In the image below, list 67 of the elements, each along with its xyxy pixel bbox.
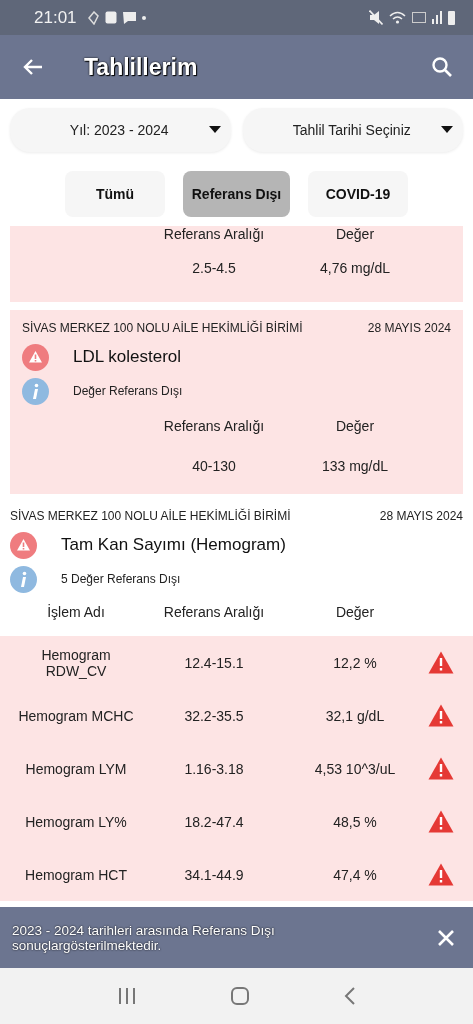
table-cell: Hemogram HCT	[25, 866, 127, 883]
caret-icon	[208, 126, 221, 134]
column-header: İşlem Adı	[46, 604, 106, 620]
page-title: Tahlillerim	[84, 53, 199, 81]
table-cell: Hemogram LYM	[25, 760, 127, 777]
box-icon	[104, 11, 117, 24]
signal-icon	[432, 11, 442, 24]
snackbar-message: 2023 - 2024 tarihleri arasında Referans Dışı sonuçlargösterilmektedir.	[12, 922, 276, 953]
filter-dropdown[interactable]: Yıl: 2023 - 2024	[10, 108, 231, 152]
table-cell-text: 48,5 %	[332, 813, 378, 830]
lte-icon	[412, 12, 426, 23]
battery-icon	[448, 10, 455, 25]
table-cell-text: 34.1-44.9	[183, 866, 245, 883]
message-icon	[122, 11, 136, 24]
dot-icon	[141, 15, 146, 20]
table-cell-text: 2.5-4.5	[191, 260, 237, 276]
clinic-name: SİVAS MERKEZ 100 NOLU AİLE HEKİMLİĞİ BİRİMİ	[22, 321, 303, 335]
clinic-name: SİVAS MERKEZ 100 NOLU AİLE HEKİMLİĞİ BİRİMİ	[10, 509, 291, 523]
home-icon[interactable]	[229, 986, 250, 1006]
location-icon	[86, 10, 99, 25]
filter-tab[interactable]: COVID-19	[308, 171, 408, 217]
table-cell-text: 18.2-47.4	[183, 813, 245, 830]
warning-icon	[428, 651, 454, 674]
table-cell-text: 47,4 %	[332, 866, 378, 883]
table-cell-text: 4,53 10^3/uL	[313, 760, 397, 777]
wifi-icon	[389, 11, 406, 24]
table-cell: Hemogram LY%	[25, 813, 127, 830]
test-name: LDL kolesterol	[73, 347, 182, 367]
table-cell-text: 133 mg/dL	[320, 458, 390, 474]
test-name: Tam Kan Sayımı (Hemogram)	[61, 535, 286, 555]
warning-icon	[428, 757, 454, 780]
column-header: Değer	[334, 226, 376, 242]
info-icon	[10, 565, 37, 593]
filter-tab[interactable]: Referans Dışı	[183, 171, 290, 217]
result-date: 28 MAYIS 2024	[367, 321, 451, 335]
back-nav-icon[interactable]	[342, 986, 357, 1006]
mute-icon	[369, 10, 383, 25]
column-header: Referans Aralığı	[162, 604, 266, 620]
result-note: Değer Referans Dışı	[73, 384, 183, 398]
filter-tab[interactable]: Tümü	[65, 171, 165, 217]
result-date: 28 MAYIS 2024	[379, 509, 463, 523]
warning-icon	[22, 343, 49, 371]
warning-icon	[10, 531, 37, 559]
table-cell-text: 32,1 g/dL	[324, 707, 386, 724]
status-time: 21:01	[34, 7, 77, 28]
table-cell-text: 40-130	[191, 458, 237, 474]
warning-icon	[428, 704, 454, 727]
search-icon[interactable]	[431, 56, 453, 78]
table-cell-text: 4,76 mg/dL	[318, 260, 392, 276]
warning-icon	[428, 863, 454, 886]
table-cell: Hemogram MCHC	[18, 707, 134, 724]
caret-icon	[441, 126, 453, 134]
result-note: 5 Değer Referans Dışı	[61, 572, 181, 586]
warning-icon	[428, 810, 454, 833]
column-header: Değer	[334, 604, 376, 620]
info-icon	[22, 377, 49, 405]
table-cell-text: 32.2-35.5	[183, 707, 245, 724]
recent-apps-icon[interactable]	[116, 987, 137, 1005]
close-icon[interactable]	[437, 928, 455, 947]
column-header: Referans Aralığı	[162, 226, 266, 242]
table-cell-text: 12.4-15.1	[183, 654, 245, 671]
column-header: Referans Aralığı	[162, 418, 266, 434]
column-header: Değer	[334, 418, 376, 434]
filter-dropdown[interactable]: Tahlil Tarihi Seçiniz	[242, 108, 463, 152]
table-cell-text: Hemogram RDW_CV	[40, 646, 112, 679]
table-cell-text: 1.16-3.18	[183, 760, 245, 777]
table-cell-text: 12,2 %	[332, 654, 378, 671]
